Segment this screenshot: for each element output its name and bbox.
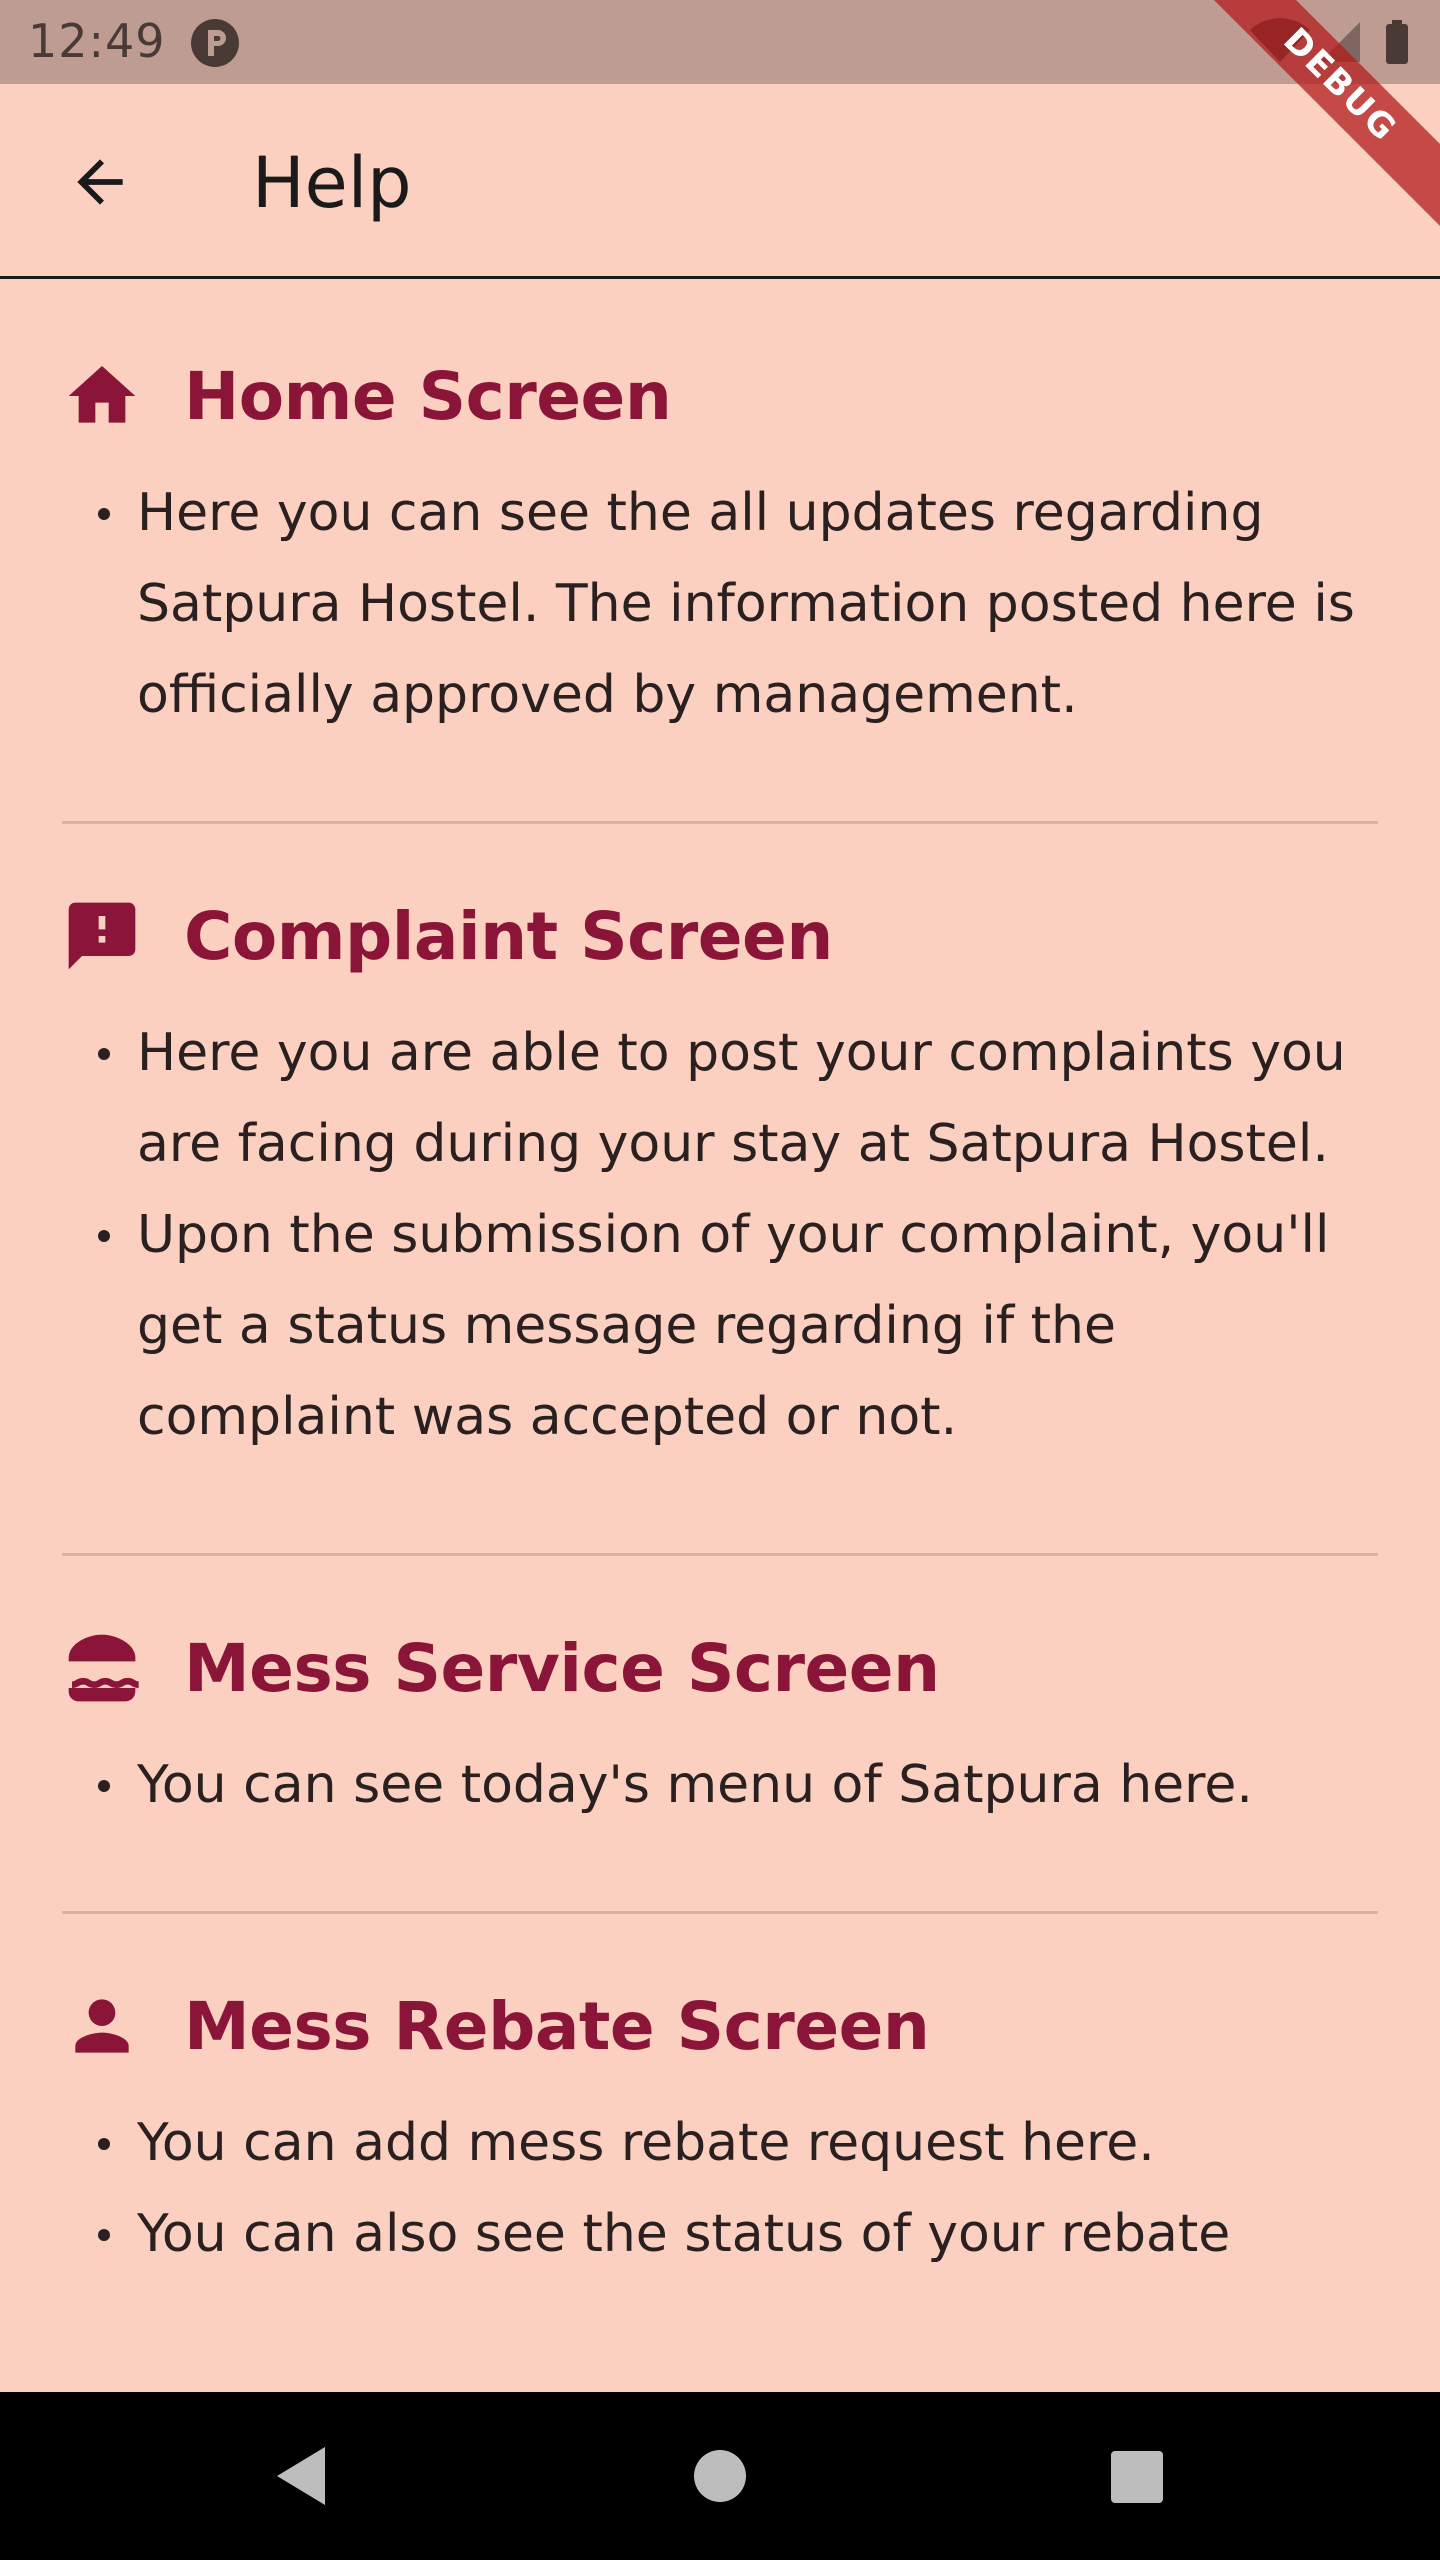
lunch-icon — [62, 1628, 142, 1708]
feedback-icon — [62, 896, 142, 976]
section-complaint-screen: Complaint Screen Here you are able to po… — [0, 824, 1440, 1556]
section-title: Complaint Screen — [184, 897, 833, 975]
help-content[interactable]: Home Screen Here you can see the all upd… — [0, 282, 1440, 2392]
nav-home-button[interactable] — [680, 2436, 760, 2516]
section-header: Home Screen — [62, 336, 1378, 456]
back-button[interactable] — [50, 132, 150, 232]
status-bar: 12:49 — [0, 0, 1440, 84]
bullet-list: You can see today's menu of Satpura here… — [62, 1740, 1378, 1831]
page-title: Help — [252, 142, 412, 224]
list-item: You can add mess rebate request here. — [62, 2098, 1378, 2189]
wifi-icon — [1250, 18, 1310, 62]
list-item: Here you are able to post your complaint… — [62, 1008, 1378, 1190]
bullet-list: You can add mess rebate request here. Yo… — [62, 2098, 1378, 2280]
section-title: Home Screen — [184, 357, 672, 435]
list-item: Here you can see the all updates regardi… — [62, 468, 1378, 741]
section-header: Mess Rebate Screen — [62, 1966, 1378, 2086]
status-time: 12:49 — [28, 14, 166, 68]
app-notification-icon — [190, 18, 240, 68]
list-item: You can see today's menu of Satpura here… — [62, 1740, 1378, 1831]
square-recents-icon — [1111, 2451, 1163, 2503]
list-item: Upon the submission of your complaint, y… — [62, 1190, 1378, 1463]
system-navigation-bar — [0, 2392, 1440, 2560]
section-title: Mess Service Screen — [184, 1629, 940, 1707]
triangle-back-icon — [277, 2447, 325, 2505]
section-title: Mess Rebate Screen — [184, 1987, 930, 2065]
home-icon — [62, 356, 142, 436]
battery-icon — [1386, 20, 1408, 64]
person-icon — [62, 1986, 142, 2066]
section-header: Complaint Screen — [62, 876, 1378, 996]
circle-home-icon — [694, 2450, 746, 2502]
section-mess-service-screen: Mess Service Screen You can see today's … — [0, 1556, 1440, 1914]
list-item: You can also see the status of your reba… — [62, 2189, 1378, 2280]
nav-back-button[interactable] — [262, 2436, 342, 2516]
bullet-list: Here you can see the all updates regardi… — [62, 468, 1378, 741]
section-header: Mess Service Screen — [62, 1608, 1378, 1728]
app-bar: Help — [0, 84, 1440, 279]
status-indicators — [1220, 18, 1420, 68]
signal-icon — [1320, 22, 1360, 62]
nav-recents-button[interactable] — [1096, 2436, 1176, 2516]
arrow-back-icon — [77, 159, 123, 205]
section-mess-rebate-screen: Mess Rebate Screen You can add mess reba… — [0, 1914, 1440, 2280]
section-home-screen: Home Screen Here you can see the all upd… — [0, 282, 1440, 824]
bullet-list: Here you are able to post your complaint… — [62, 1008, 1378, 1463]
